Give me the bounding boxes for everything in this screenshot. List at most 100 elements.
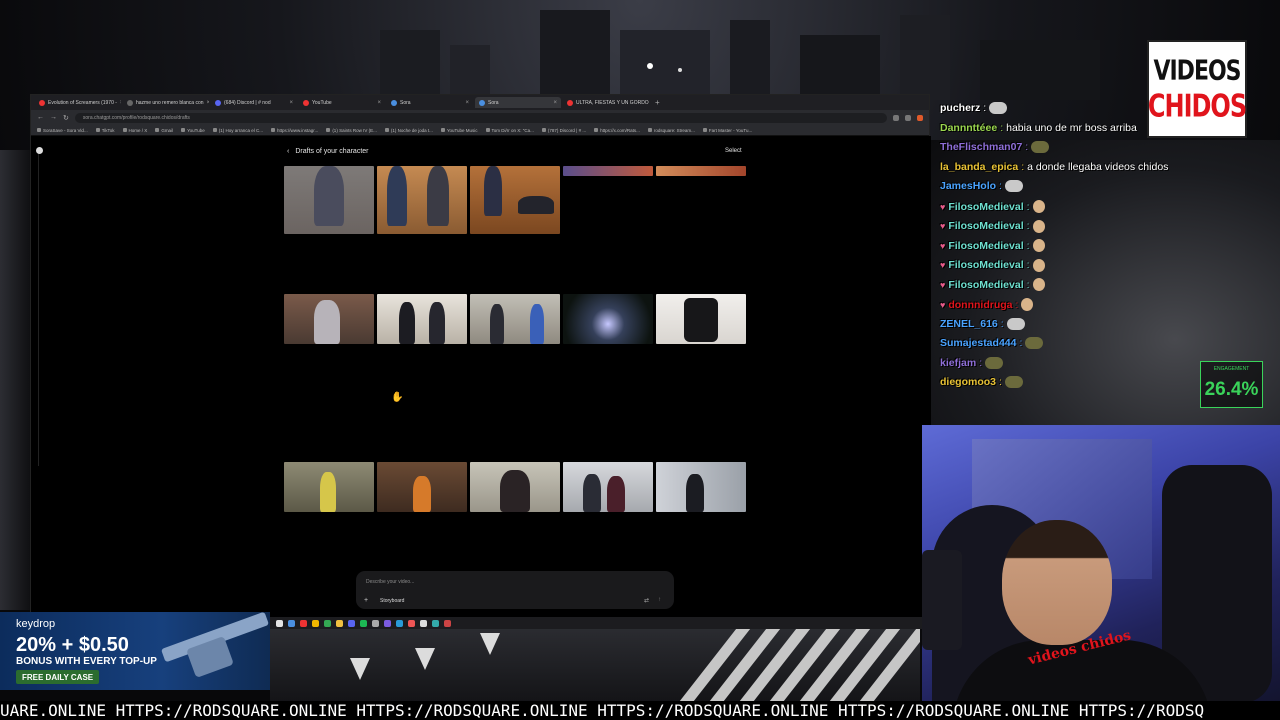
- bookmark-item[interactable]: https://www.instagr...: [271, 128, 318, 133]
- tab-active[interactable]: Sora ×: [475, 97, 561, 108]
- chat-username[interactable]: FilosoMedieval: [948, 279, 1023, 291]
- add-icon[interactable]: +: [364, 597, 368, 604]
- tab[interactable]: ULTRA, FIESTAS Y UN GORDO×: [563, 97, 649, 108]
- chat-username[interactable]: FilosoMedieval: [948, 259, 1023, 271]
- draft-thumbnail[interactable]: [563, 294, 653, 344]
- draft-thumbnail[interactable]: [284, 462, 374, 512]
- draft-thumbnail[interactable]: [284, 166, 374, 234]
- chat-username[interactable]: donnnidruga: [948, 299, 1012, 311]
- bookmark-item[interactable]: TikTok: [95, 128, 115, 133]
- chat-username[interactable]: diegomoo3: [940, 376, 996, 388]
- bookmark-item[interactable]: Fart Master - YouTu...: [702, 128, 752, 133]
- profile-icon[interactable]: [917, 114, 923, 121]
- bookmark-item[interactable]: (787) Discord | # ...: [541, 128, 586, 133]
- bookmark-item[interactable]: https://x.com/Rats...: [594, 128, 640, 133]
- storyboard-button[interactable]: Storyboard: [380, 598, 404, 604]
- draft-thumbnail[interactable]: [470, 166, 560, 234]
- draft-thumbnail[interactable]: [377, 462, 467, 512]
- app-icon[interactable]: [432, 619, 439, 627]
- app-icon[interactable]: [312, 619, 319, 627]
- tab[interactable]: (684) Discord | # nod ×: [211, 97, 297, 108]
- mouse-cursor-icon: ✋: [391, 392, 404, 403]
- prompt-input[interactable]: Describe your video...: [366, 579, 414, 585]
- close-icon[interactable]: ×: [465, 100, 469, 106]
- app-icon[interactable]: [372, 619, 379, 627]
- forward-icon[interactable]: →: [50, 114, 57, 121]
- back-chevron-icon[interactable]: ‹: [287, 148, 289, 155]
- chat-username[interactable]: Sumajestad444: [940, 337, 1016, 349]
- bookmark-item[interactable]: rodsquare: Stream...: [647, 128, 695, 133]
- reload-icon[interactable]: ↻: [63, 114, 69, 122]
- close-icon[interactable]: ×: [377, 100, 381, 106]
- extension-icon[interactable]: [893, 114, 899, 121]
- chat-username[interactable]: la_banda_epica: [940, 161, 1018, 173]
- select-button[interactable]: Select: [725, 148, 742, 154]
- app-icon[interactable]: [276, 619, 283, 627]
- app-icon[interactable]: [300, 619, 307, 627]
- chat-username[interactable]: kiefjam: [940, 357, 976, 369]
- app-icon[interactable]: [396, 619, 403, 627]
- draft-thumbnail[interactable]: [656, 166, 746, 176]
- chat-username[interactable]: FilosoMedieval: [948, 220, 1023, 232]
- discord-icon[interactable]: [348, 619, 355, 627]
- close-icon[interactable]: ×: [289, 100, 293, 106]
- app-icon[interactable]: [408, 619, 415, 627]
- tab[interactable]: YouTube ×: [299, 97, 385, 108]
- folder-icon[interactable]: [336, 619, 343, 627]
- bookmark-item[interactable]: YouTube Music: [440, 128, 478, 133]
- tab-label: ULTRA, FIESTAS Y UN GORDO: [576, 99, 649, 106]
- ad-cta[interactable]: FREE DAILY CASE: [16, 670, 100, 684]
- chat-username[interactable]: Dannnttéee: [940, 122, 997, 134]
- app-icon[interactable]: [360, 619, 367, 627]
- address-bar-row: ← → ↻ sora.chatgpt.com/profile/rodsquare…: [31, 110, 929, 125]
- bookmark-item[interactable]: Gmail: [155, 128, 173, 133]
- draft-thumbnail[interactable]: [563, 462, 653, 512]
- app-icon[interactable]: [324, 619, 331, 627]
- close-icon[interactable]: ×: [553, 100, 557, 106]
- bookmark-item[interactable]: (1) Noche de joda t...: [384, 128, 433, 133]
- close-icon[interactable]: ×: [120, 100, 121, 106]
- draft-thumbnail[interactable]: [470, 294, 560, 344]
- chat-message: diegomoo3:: [940, 376, 1023, 389]
- draft-thumbnail[interactable]: [563, 166, 653, 176]
- chat-username[interactable]: TheFlischman07: [940, 141, 1022, 153]
- page-header[interactable]: ‹ Drafts of your character: [287, 148, 368, 155]
- app-icon[interactable]: [420, 619, 427, 627]
- app-icon[interactable]: [444, 619, 451, 627]
- close-icon[interactable]: ×: [207, 100, 209, 106]
- extension-icon[interactable]: [905, 114, 911, 121]
- draft-thumbnail[interactable]: [377, 166, 467, 234]
- chat-username[interactable]: FilosoMedieval: [948, 201, 1023, 213]
- emote-icon: [1032, 219, 1045, 233]
- street-crosswalk: [270, 628, 920, 708]
- back-icon[interactable]: ←: [37, 114, 44, 121]
- bookmark-item[interactable]: (1) Saints Row IV (E...: [326, 128, 377, 133]
- tab[interactable]: hazme uno remero blanca con ×: [123, 97, 209, 108]
- draft-thumbnail[interactable]: [284, 294, 374, 344]
- url-input[interactable]: sora.chatgpt.com/profile/rodsquare.chido…: [74, 112, 887, 123]
- bookmark-item[interactable]: YouTube: [181, 128, 205, 133]
- sora-logo-icon[interactable]: [36, 147, 43, 154]
- chat-username[interactable]: JamesHolo: [940, 180, 996, 192]
- chat-message: JamesHolo:: [940, 180, 1023, 193]
- send-icon[interactable]: ↑: [658, 597, 661, 603]
- bookmark-item[interactable]: (1) Hoy arranca el C...: [212, 127, 264, 133]
- settings-icon[interactable]: ⇄: [644, 597, 649, 604]
- tab[interactable]: Sora ×: [387, 97, 473, 108]
- draft-thumbnail[interactable]: [656, 462, 746, 512]
- bookmark-item[interactable]: Home / X: [122, 128, 147, 133]
- bookmark-item[interactable]: Tom Di/rr on X: "Ca...: [485, 128, 534, 133]
- chat-username[interactable]: FilosoMedieval: [948, 240, 1023, 252]
- chat-username[interactable]: pucherz: [940, 102, 980, 114]
- bookmark-label: (1) Hoy arranca el C...: [218, 127, 264, 133]
- draft-thumbnail[interactable]: [470, 462, 560, 512]
- app-icon[interactable]: [288, 619, 295, 627]
- tab[interactable]: Evolution of Screamers (1970 -×: [35, 97, 121, 108]
- chat-username[interactable]: ZENEL_616: [940, 318, 998, 330]
- bookmark-item[interactable]: SoraSave - Sora Vid...: [37, 128, 88, 133]
- new-tab-button[interactable]: +: [651, 98, 664, 107]
- draft-thumbnail[interactable]: [377, 294, 467, 344]
- app-icon[interactable]: [384, 619, 391, 627]
- draft-thumbnail[interactable]: [656, 294, 746, 344]
- keydrop-ad-banner[interactable]: keydrop 20% + $0.50 BONUS WITH EVERY TOP…: [0, 612, 270, 690]
